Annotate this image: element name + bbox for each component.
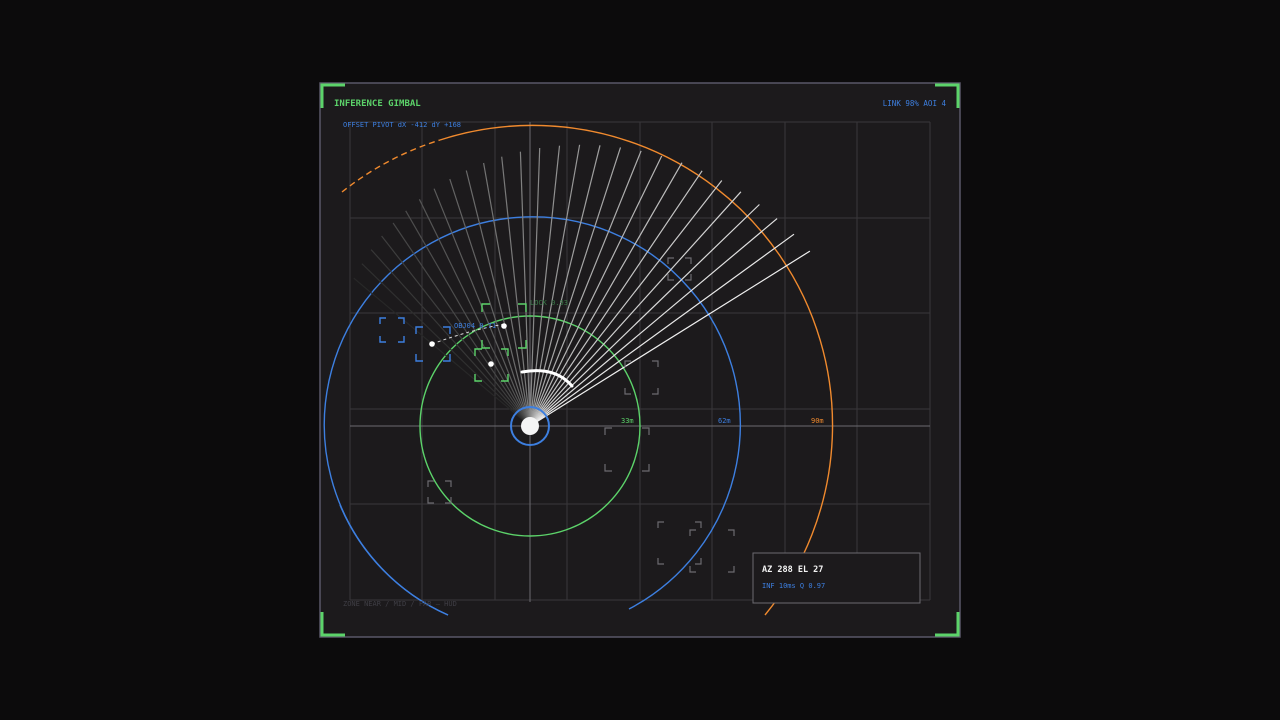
az-el-value: AZ 288 EL 27 (762, 565, 823, 575)
offset-pivot-readout: OFFSET PIVOT dX -412 dY +168 (343, 121, 461, 129)
link-status: LINK 98% AOI 4 (883, 99, 947, 108)
gimbal-hud: 33m 62m 90m OBJ04 0.71 LOCK 0.93 ZONE NE… (319, 82, 961, 638)
far-range-label: 90m (811, 417, 824, 425)
object-marker-2[interactable] (488, 361, 494, 367)
object-marker-obj04[interactable] (429, 341, 435, 347)
near-range-label: 33m (621, 417, 634, 425)
panel-title: INFERENCE GIMBAL (334, 99, 421, 109)
mid-range-label: 62m (718, 417, 731, 425)
lock-label: LOCK 0.93 (530, 299, 568, 307)
zone-legend: ZONE NEAR / MID / FAR — HUD (343, 600, 457, 608)
az-el-readout: AZ 288 EL 27 INF 10ms Q 0.97 (752, 552, 921, 604)
inference-stats: INF 10ms Q 0.97 (762, 582, 825, 590)
object-marker-locked[interactable] (501, 323, 507, 329)
obj04-label: OBJ04 0.71 (454, 322, 496, 330)
gimbal-pivot[interactable] (521, 417, 539, 435)
